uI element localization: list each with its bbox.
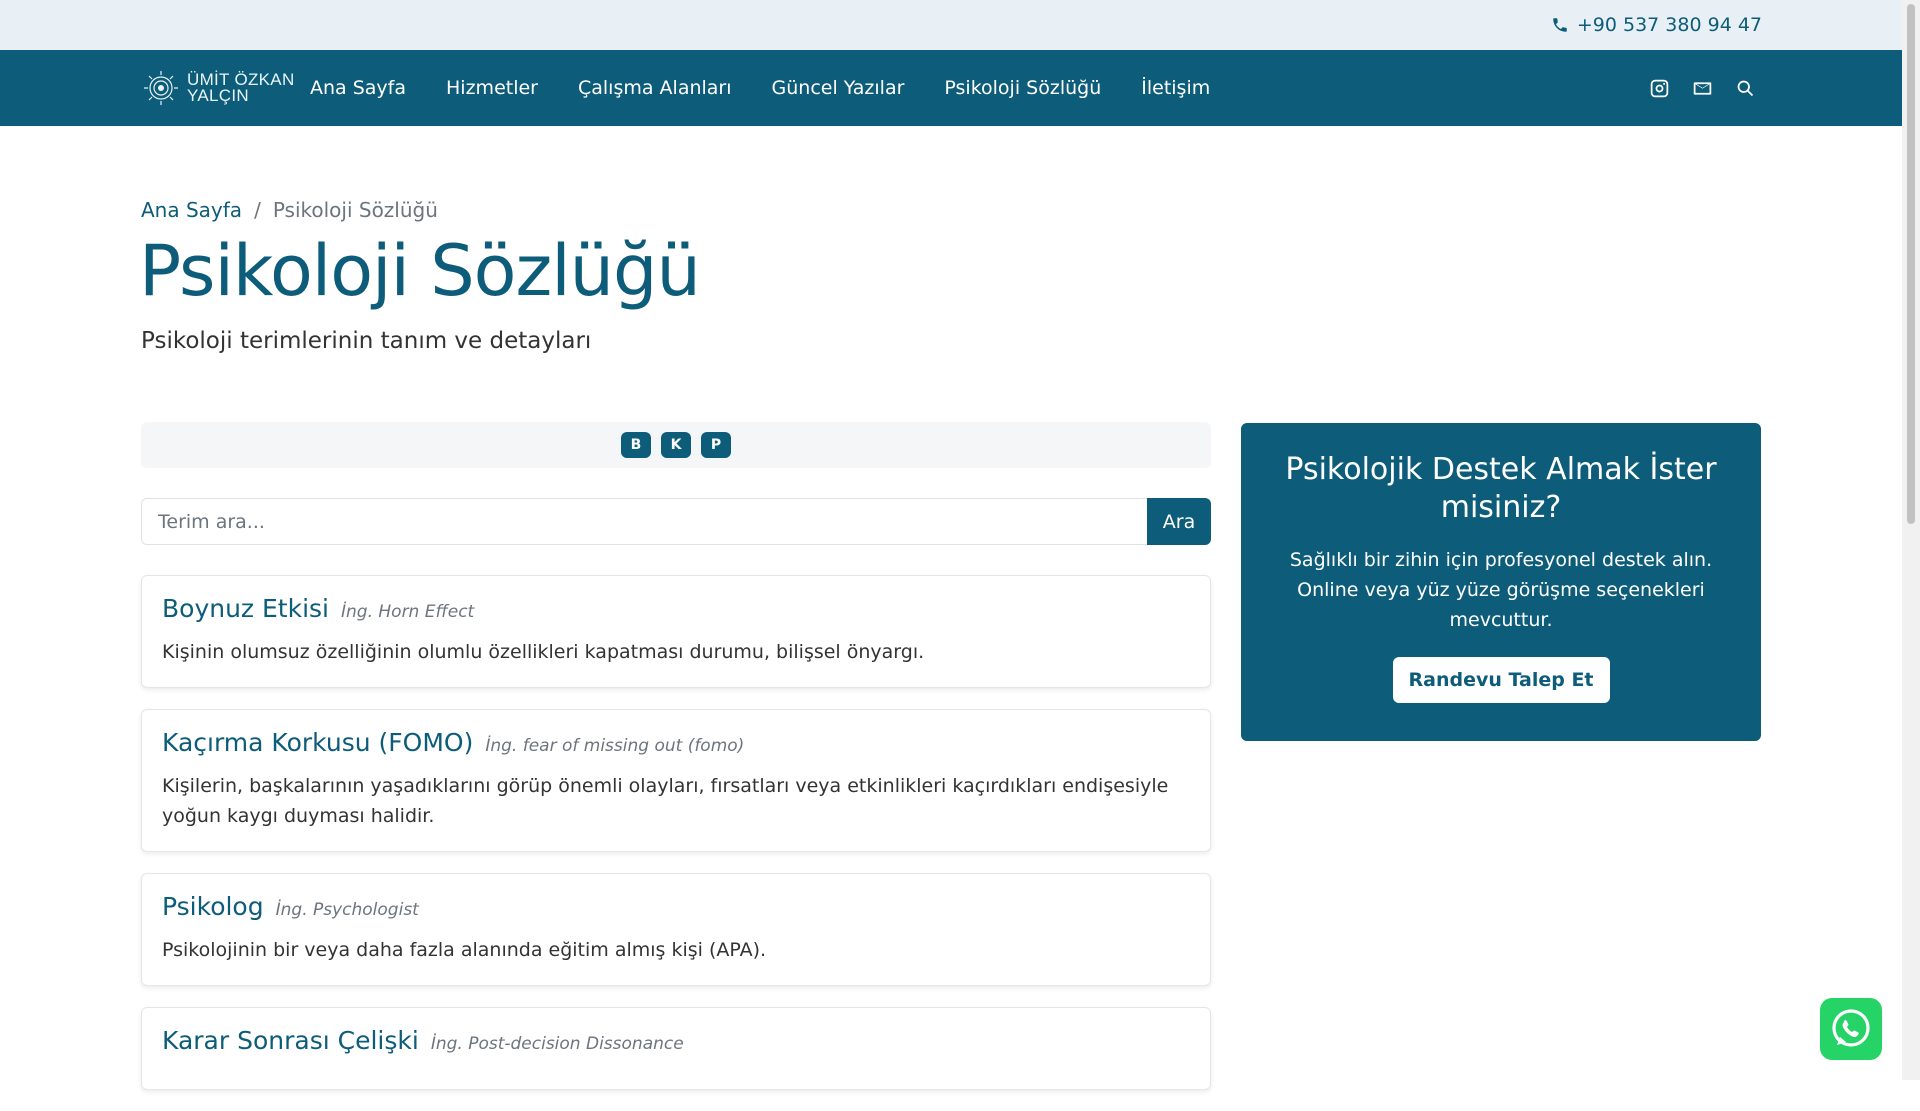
nav-icons xyxy=(1649,50,1756,126)
breadcrumb-home[interactable]: Ana Sayfa xyxy=(141,198,242,222)
term-name[interactable]: Kaçırma Korkusu (FOMO) xyxy=(162,728,473,757)
term-definition: Kişinin olumsuz özelliğinin olumlu özell… xyxy=(162,641,925,663)
letter-filter-b[interactable]: B xyxy=(621,432,651,458)
letter-filter: B K P xyxy=(141,422,1211,468)
term-name[interactable]: Boynuz Etkisi xyxy=(162,594,329,623)
term-card: Karar Sonrası Çelişki İng. Post-decision… xyxy=(141,1007,1211,1090)
term-card: Kaçırma Korkusu (FOMO) İng. fear of miss… xyxy=(141,709,1211,852)
support-cta-card: Psikolojik Destek Almak İster misiniz? S… xyxy=(1241,423,1761,741)
term-card: Boynuz Etkisi İng. Horn Effect Kişinin o… xyxy=(141,575,1211,688)
site-logo[interactable]: ÜMİT ÖZKAN YALÇIN xyxy=(141,62,297,114)
page-title: Psikoloji Sözlüğü xyxy=(139,230,701,312)
whatsapp-button[interactable] xyxy=(1820,998,1882,1060)
instagram-icon xyxy=(1650,79,1669,97)
cta-text: Sağlıklı bir zihin için profesyonel dest… xyxy=(1289,549,1713,631)
page-scrollbar[interactable] xyxy=(1902,0,1920,1080)
logo-text: ÜMİT ÖZKAN YALÇIN xyxy=(187,70,295,105)
term-english: İng. fear of missing out (fomo) xyxy=(485,736,745,756)
term-header: Karar Sonrası Çelişki İng. Post-decision… xyxy=(162,1026,1190,1055)
top-bar: +90 537 380 94 47 xyxy=(0,0,1902,50)
term-definition: Kişilerin, başkalarının yaşadıklarını gö… xyxy=(162,775,1169,827)
term-card: Psikolog İng. Psychologist Psikolojinin … xyxy=(141,873,1211,986)
breadcrumb-current: Psikoloji Sözlüğü xyxy=(272,198,438,222)
term-search-input[interactable] xyxy=(141,498,1147,545)
breadcrumb: Ana Sayfa / Psikoloji Sözlüğü xyxy=(141,198,438,222)
nav-item-calisma-alanlari[interactable]: Çalışma Alanları xyxy=(578,77,732,99)
logo-emblem-icon xyxy=(144,71,178,105)
term-header: Psikolog İng. Psychologist xyxy=(162,892,1190,921)
letter-filter-k[interactable]: K xyxy=(661,432,691,458)
mail-icon xyxy=(1693,81,1712,95)
whatsapp-icon xyxy=(1832,1009,1870,1047)
term-header: Kaçırma Korkusu (FOMO) İng. fear of miss… xyxy=(162,728,1190,757)
letter-filter-p[interactable]: P xyxy=(701,432,731,458)
term-name[interactable]: Psikolog xyxy=(162,892,264,921)
phone-link[interactable]: +90 537 380 94 47 xyxy=(1551,0,1762,50)
term-name[interactable]: Karar Sonrası Çelişki xyxy=(162,1026,419,1055)
main-nav: ÜMİT ÖZKAN YALÇIN Ana Sayfa Hizmetler Ça… xyxy=(0,50,1902,126)
instagram-link[interactable] xyxy=(1649,78,1670,99)
mail-link[interactable] xyxy=(1692,78,1713,99)
phone-icon xyxy=(1553,18,1567,32)
term-english: İng. Post-decision Dissonance xyxy=(430,1034,684,1054)
page-subtitle: Psikoloji terimlerinin tanım ve detaylar… xyxy=(141,328,592,354)
cta-title: Psikolojik Destek Almak İster misiniz? xyxy=(1285,452,1717,525)
term-search-button[interactable]: Ara xyxy=(1147,498,1211,545)
term-definition: Psikolojinin bir veya daha fazla alanınd… xyxy=(162,939,767,961)
scrollbar-thumb[interactable] xyxy=(1907,4,1915,524)
nav-item-psikoloji-sozlugu[interactable]: Psikoloji Sözlüğü xyxy=(944,77,1101,99)
term-english: İng. Psychologist xyxy=(275,900,419,920)
nav-item-ana-sayfa[interactable]: Ana Sayfa xyxy=(310,77,406,99)
nav-item-hizmetler[interactable]: Hizmetler xyxy=(446,77,538,99)
nav-item-guncel-yazilar[interactable]: Güncel Yazılar xyxy=(772,77,905,99)
term-header: Boynuz Etkisi İng. Horn Effect xyxy=(162,594,1190,623)
term-search: Ara xyxy=(141,498,1211,545)
search-icon xyxy=(1737,80,1754,96)
nav-menu: Ana Sayfa Hizmetler Çalışma Alanları Gün… xyxy=(310,50,1210,126)
breadcrumb-separator: / xyxy=(254,198,261,222)
nav-item-iletisim[interactable]: İletişim xyxy=(1141,77,1210,99)
phone-number: +90 537 380 94 47 xyxy=(1576,14,1762,36)
appointment-request-button[interactable]: Randevu Talep Et xyxy=(1392,657,1610,703)
term-english: İng. Horn Effect xyxy=(341,602,475,622)
search-toggle[interactable] xyxy=(1735,78,1756,99)
term-list: Boynuz Etkisi İng. Horn Effect Kişinin o… xyxy=(141,575,1211,1111)
